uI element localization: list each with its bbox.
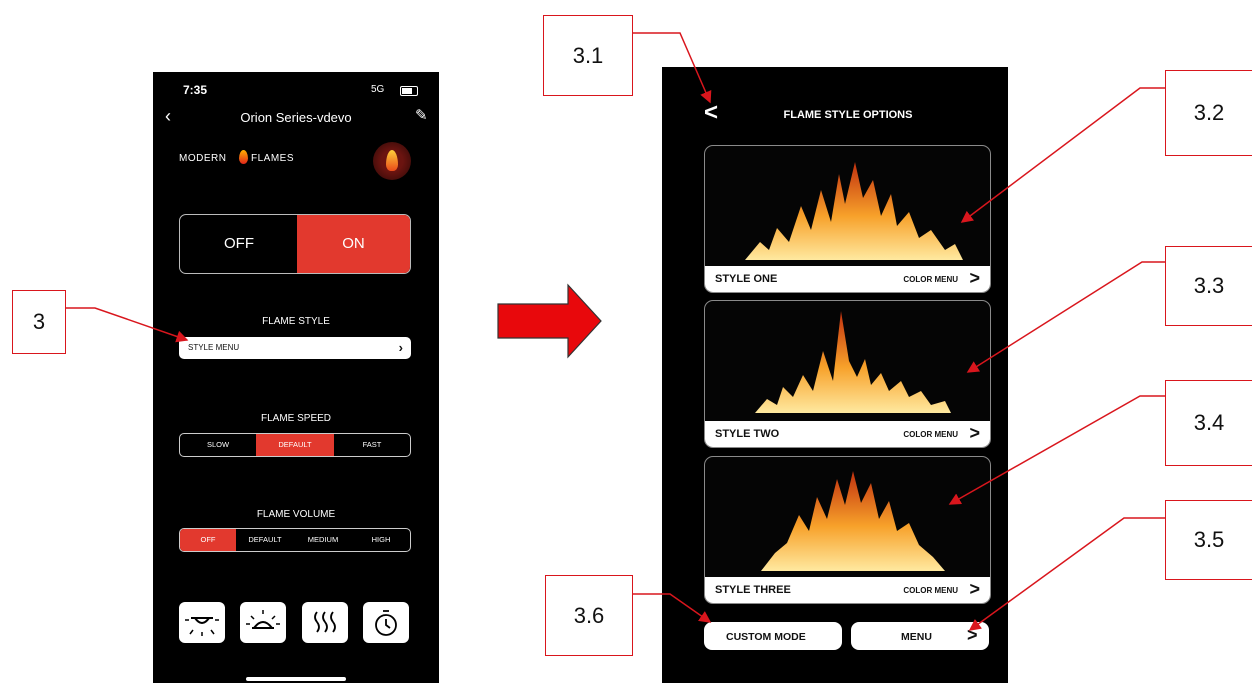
callout-3: 3 — [12, 290, 66, 354]
callout-3-3: 3.3 — [1165, 246, 1252, 326]
callout-3-6: 3.6 — [545, 575, 633, 656]
callout-3-2: 3.2 — [1165, 70, 1252, 156]
callout-3-4: 3.4 — [1165, 380, 1252, 466]
callout-3-5: 3.5 — [1165, 500, 1252, 580]
callout-3-1: 3.1 — [543, 15, 633, 96]
